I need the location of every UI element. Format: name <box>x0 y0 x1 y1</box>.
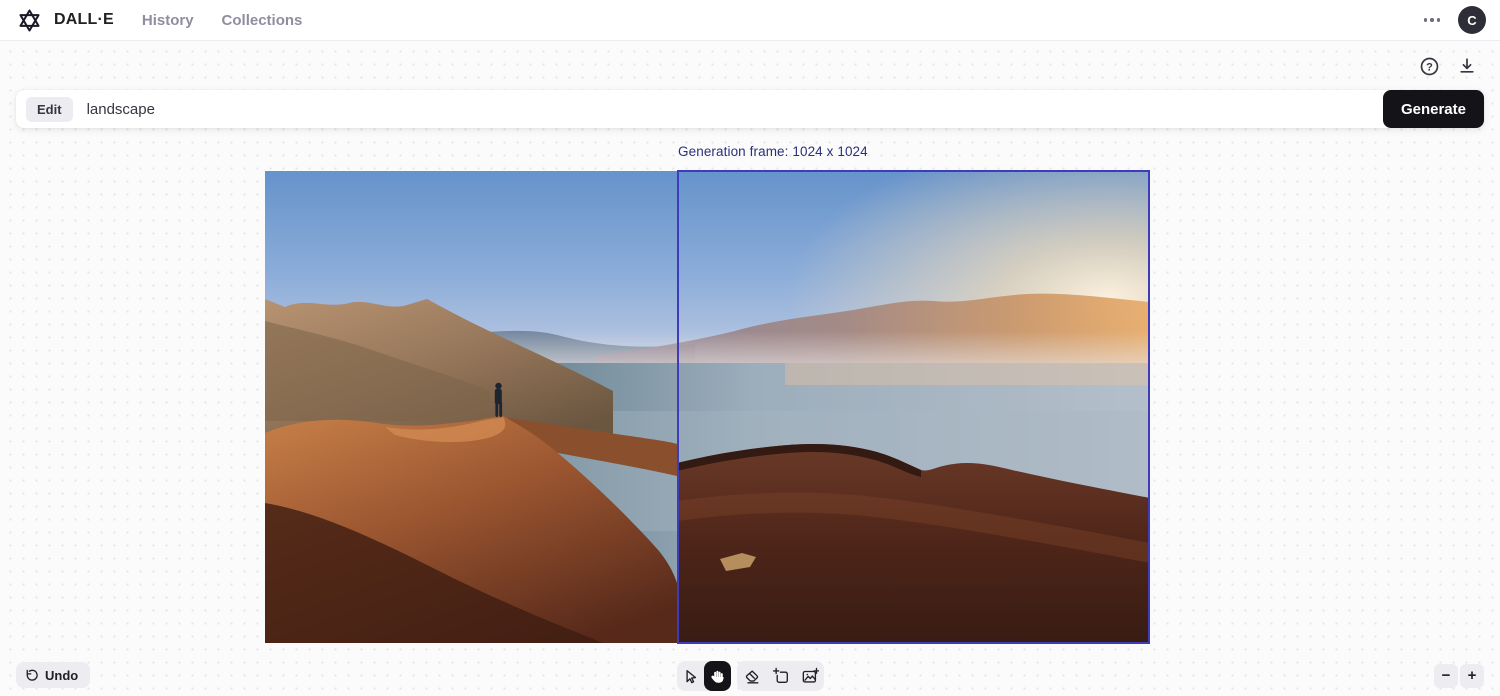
select-tool-button[interactable] <box>677 661 704 691</box>
zoom-out-button[interactable]: − <box>1434 664 1458 688</box>
openai-logo-icon[interactable] <box>16 7 42 33</box>
prompt-bar: Edit landscape Generate <box>16 90 1484 128</box>
hand-icon <box>709 668 726 685</box>
prompt-input[interactable]: landscape <box>87 101 1383 118</box>
zoom-in-button[interactable]: + <box>1460 664 1484 688</box>
pan-tool-button[interactable] <box>704 661 731 691</box>
user-avatar[interactable]: C <box>1458 6 1486 34</box>
zoom-controls: − + <box>1434 664 1484 688</box>
svg-text:?: ? <box>1426 61 1433 73</box>
edit-tool-group <box>737 661 824 691</box>
add-image-tool-button[interactable] <box>795 661 824 691</box>
generate-button[interactable]: Generate <box>1383 90 1484 128</box>
undo-icon <box>25 668 39 682</box>
overflow-menu-icon[interactable] <box>1420 14 1445 26</box>
tool-groups <box>677 661 824 691</box>
help-icon[interactable]: ? <box>1418 55 1440 77</box>
select-cursor-icon <box>682 668 699 685</box>
eraser-icon <box>743 667 761 685</box>
edit-badge[interactable]: Edit <box>26 97 73 122</box>
add-image-icon <box>801 667 819 685</box>
canvas-actions: ? <box>1418 55 1478 77</box>
nav-history[interactable]: History <box>142 12 194 29</box>
dalle-editor-page: Generation frame: 1024 x 1024 DALL·E His… <box>0 0 1500 696</box>
nav-right-group: C <box>1420 6 1487 34</box>
top-nav: DALL·E History Collections C <box>0 0 1500 41</box>
undo-button[interactable]: Undo <box>16 662 90 688</box>
generation-frame-label: Generation frame: 1024 x 1024 <box>678 144 868 159</box>
download-icon[interactable] <box>1456 55 1478 77</box>
generation-frame[interactable] <box>677 170 1150 644</box>
app-title[interactable]: DALL·E <box>54 11 114 29</box>
nav-collections[interactable]: Collections <box>222 12 303 29</box>
frame-tool-icon <box>772 667 790 685</box>
eraser-tool-button[interactable] <box>737 661 766 691</box>
generation-frame-tool-button[interactable] <box>766 661 795 691</box>
undo-label: Undo <box>45 668 78 683</box>
pointer-tool-group <box>677 661 731 691</box>
